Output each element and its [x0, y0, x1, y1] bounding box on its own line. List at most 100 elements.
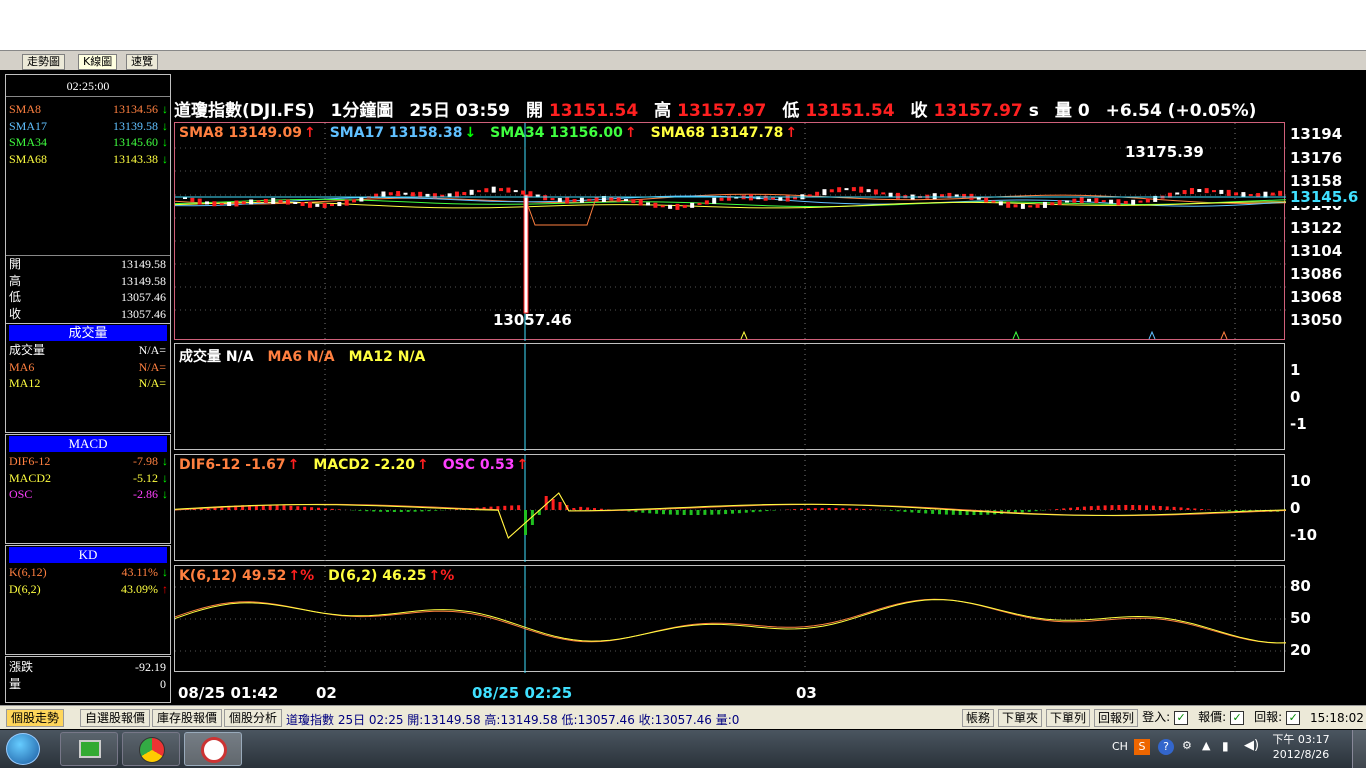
report-bar-button[interactable]: 回報列 [1094, 709, 1139, 727]
candle [477, 190, 481, 193]
candle [668, 204, 673, 209]
network-icon[interactable]: ▮ [1222, 739, 1229, 753]
candle [719, 197, 724, 201]
language-indicator[interactable]: CH [1112, 740, 1128, 753]
candle [726, 195, 731, 201]
osc-bar [662, 510, 665, 515]
bottom-row-label: 量 [9, 676, 22, 691]
volume-row: 成交量 N/A= [6, 342, 170, 359]
taskbar-clock[interactable]: 下午 03:17 2012/8/26 [1270, 732, 1332, 762]
ohlc-row-label: 開 [9, 257, 22, 271]
osc-bar [944, 510, 948, 515]
volume-panel[interactable]: 成交量 N/A MA6 N/A MA12 N/A [174, 343, 1285, 451]
report-checkbox[interactable]: ✓ [1286, 711, 1301, 725]
legend-text: SMA17 13158.38 [329, 125, 463, 141]
candle [763, 195, 768, 201]
candle [609, 197, 614, 201]
axis-tick-label: 13068 [1290, 288, 1343, 306]
down-arrow-icon: ↓ [162, 102, 168, 116]
candle [1035, 203, 1040, 208]
legend-item: DIF6-12 -1.67 ↑ [179, 457, 299, 473]
osc-bar [675, 510, 679, 515]
macd-legend: DIF6-12 -1.67 ↑ MACD2 -2.20 ↑ OSC 0.53 ↑ [179, 457, 542, 473]
time-label-03: 03 [796, 684, 817, 702]
ohlc-row-label: 收 [9, 306, 22, 321]
change-box: 漲跌 -92.19 量 0 [5, 656, 171, 703]
osc-bar [758, 510, 762, 512]
start-button[interactable] [6, 733, 40, 765]
candle [984, 197, 989, 203]
login-checkbox[interactable]: ✓ [1174, 711, 1189, 725]
ohlc-row-label: 低 [9, 290, 22, 304]
candle [1101, 200, 1106, 203]
candle [1204, 188, 1209, 194]
sma-value: 13145.60 [113, 135, 158, 149]
osc-bar [1062, 508, 1066, 510]
tab-trend[interactable]: 走勢圖 [22, 54, 65, 70]
legend-text: D(6,2) 46.25 [328, 568, 427, 584]
legend-text: MACD2 -2.20 [313, 457, 416, 473]
candle [1050, 202, 1055, 206]
osc-bar [903, 510, 907, 512]
bottom-row-value: 0 [160, 676, 166, 691]
candle [256, 200, 261, 203]
candle [278, 199, 283, 203]
macd-panel[interactable]: DIF6-12 -1.67 ↑ MACD2 -2.20 ↑ OSC 0.53 ↑ [174, 454, 1286, 562]
volume-value: 0 [1077, 101, 1090, 121]
macd-row-value: -7.98 [133, 454, 158, 468]
bottom-row: 漲跌 -92.19 [6, 659, 170, 676]
osc-bar [834, 508, 838, 510]
settings-small-icon[interactable]: ⚙ [1182, 739, 1192, 752]
macd-row: MACD2 -5.12 ↓ [6, 470, 170, 487]
candle [344, 199, 349, 206]
candle [660, 205, 665, 208]
ime-icon[interactable]: S [1134, 739, 1150, 755]
candle [712, 197, 717, 204]
osc-bar [744, 510, 748, 513]
sma-row: SMA34 13145.60 ↓ [6, 134, 170, 151]
status-tab-analysis[interactable]: 個股分析 [224, 709, 283, 727]
osc-bar [710, 510, 714, 515]
help-icon[interactable]: ? [1158, 739, 1174, 755]
login-label: 登入: [1142, 710, 1171, 724]
legend-text: 成交量 N/A [179, 349, 254, 365]
kd-panel[interactable]: K(6,12) 49.52 ↑% D(6,2) 46.25 ↑% [174, 565, 1286, 673]
osc-bar [696, 510, 700, 516]
osc-bar [737, 510, 741, 514]
order-bar-button[interactable]: 下單列 [1046, 709, 1091, 727]
terminal-icon [79, 740, 101, 758]
tab-kline[interactable]: K線圖 [78, 54, 118, 70]
osc-bar [806, 508, 810, 510]
candle [513, 190, 518, 193]
show-hidden-icon[interactable]: ▲ [1202, 739, 1210, 752]
axis-tick-label: 0 [1290, 388, 1301, 406]
osc-bar [392, 510, 396, 512]
volume-icon[interactable]: ◀) [1244, 738, 1259, 753]
taskbar-app-chrome[interactable] [122, 732, 180, 766]
status-tab-watchlist[interactable]: 自選股報價 [80, 709, 151, 727]
k-line [175, 598, 1286, 644]
osc-bar [772, 510, 776, 511]
ohlc-row-value: 13057.46 [121, 306, 166, 321]
legend-text: K(6,12) 49.52 [179, 568, 287, 584]
kd-row-label: D(6,2) [9, 581, 41, 596]
price-panel[interactable]: 13175.39 13057.46 SMA8 13149.09 ↑ SMA17 131… [174, 122, 1286, 341]
status-tab-inventory[interactable]: 庫存股報價 [152, 709, 223, 727]
ohlc-row: 低 13057.46 [6, 289, 170, 306]
taskbar-app-trading[interactable] [184, 732, 242, 766]
chart-area: 道瓊指數(DJI.FS) 1分鐘圖 25日 03:59 開 13151.54 高1… [172, 70, 1366, 721]
osc-bar [551, 499, 555, 510]
signal-marker-icon [1220, 330, 1228, 340]
osc-bar [1227, 510, 1231, 511]
kd-row: K(6,12) 43.11% ↓ [6, 564, 170, 581]
tab-quick[interactable]: 速覽 [126, 54, 158, 70]
show-desktop-button[interactable] [1352, 730, 1366, 768]
quote-checkbox[interactable]: ✓ [1230, 711, 1245, 725]
taskbar-app-terminal[interactable] [60, 732, 118, 766]
axis-tick-label: 50 [1290, 609, 1311, 627]
status-tab-stock[interactable]: 個股走勢 [6, 709, 65, 727]
macd-row-label: MACD2 [9, 470, 52, 485]
account-button[interactable]: 帳務 [962, 709, 995, 727]
sma-value: 13134.56 [113, 102, 158, 116]
order-folder-button[interactable]: 下單夾 [998, 709, 1043, 727]
